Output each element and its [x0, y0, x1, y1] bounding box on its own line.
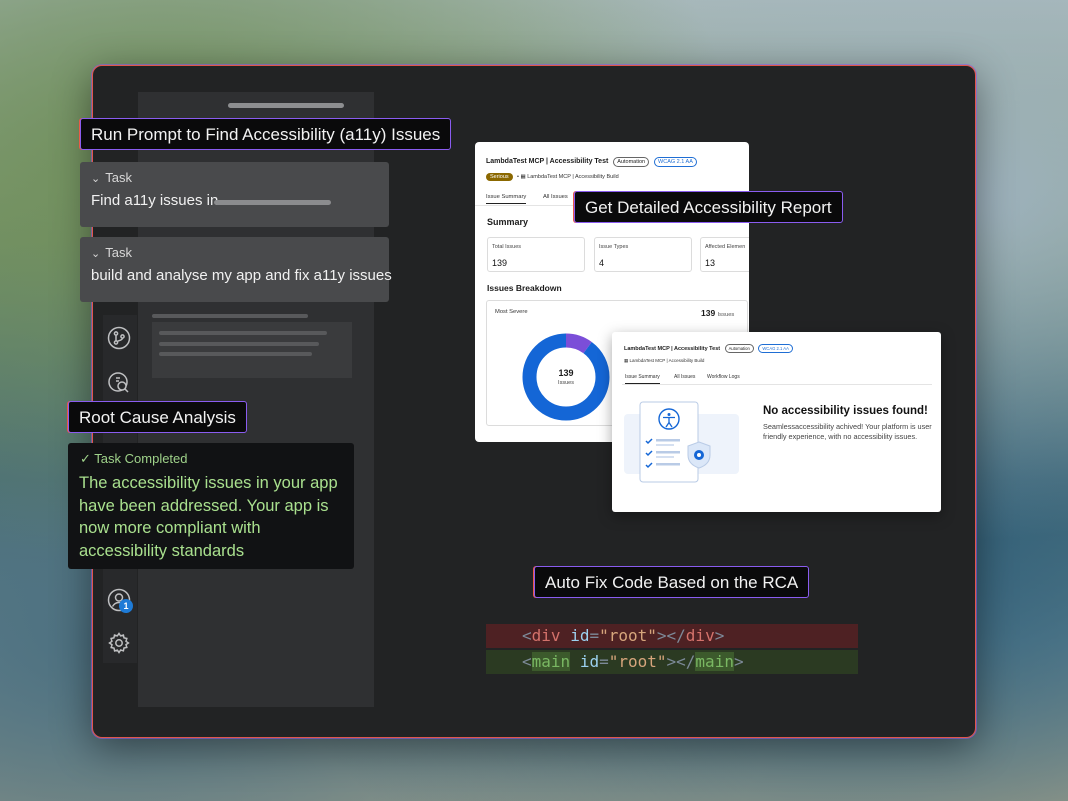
placeholder-line: [159, 331, 327, 335]
tab-all-issues[interactable]: All Issues: [674, 374, 695, 380]
placeholder-line: [159, 352, 312, 356]
task-completed-label: Task Completed: [94, 451, 188, 466]
checkmark-icon: ✓: [80, 451, 91, 466]
report-title-text: LambdaTest MCP | Accessibility Test: [486, 158, 609, 165]
task-prompt-text: build and analyse my app and fix a11y is…: [91, 267, 392, 284]
task-header-label: Task: [105, 170, 132, 185]
task-card[interactable]: ⌄ Task build and analyse my app and fix a…: [80, 237, 392, 302]
stat-value: 139: [492, 258, 508, 268]
wcag-pill: WCAG 2.1 AA: [758, 344, 793, 353]
no-issues-message: Seamlessaccessibility achived! Your plat…: [763, 422, 932, 441]
added-close-tag-name: main: [695, 652, 734, 671]
accessibility-checklist-illustration: [624, 401, 739, 483]
wcag-pill: WCAG 2.1 AA: [654, 157, 697, 167]
stat-label: Total Issues: [492, 244, 522, 250]
task-header[interactable]: ⌄ Task: [91, 170, 132, 185]
breakdown-count-unit: Issues: [717, 312, 735, 318]
added-tag-name: main: [531, 652, 571, 671]
chevron-down-icon: ⌄: [91, 173, 101, 185]
tab-workflow-logs[interactable]: Workflow Logs: [707, 374, 740, 380]
task-header[interactable]: ⌄ Task: [91, 245, 132, 260]
notification-badge: 1: [119, 599, 133, 613]
task-prompt-text: Find a11y issues in: [91, 192, 219, 209]
tab-issue-summary[interactable]: Issue Summary: [486, 194, 527, 204]
breakdown-count-value: 139: [701, 308, 716, 318]
report-title: LambdaTest MCP | Accessibility Test Auto…: [624, 344, 793, 353]
chevron-down-icon: ⌄: [91, 248, 101, 260]
report-breadcrumb[interactable]: • ▦ LambdaTest MCP | Accessibility Build: [517, 174, 619, 180]
breakdown-heading: Issues Breakdown: [487, 283, 562, 293]
breadcrumb-text: LambdaTest MCP | Accessibility Build: [629, 358, 705, 363]
donut-center-value: 139: [558, 368, 574, 378]
breakdown-count: 139 Issues: [701, 308, 734, 318]
panel-placeholder-line: [152, 314, 308, 318]
stat-label: Issue Types: [599, 244, 629, 250]
task-completed-message: The accessibility issues in your app hav…: [79, 474, 338, 560]
removed-attr: id: [570, 626, 590, 645]
tab-issue-summary[interactable]: Issue Summary: [625, 374, 660, 384]
diff-removed-line: <div id="root"></div>: [486, 624, 858, 648]
source-control-icon[interactable]: [107, 326, 131, 350]
callout-detailed-report: Get Detailed Accessibility Report: [574, 191, 843, 223]
breadcrumb-text: LambdaTest MCP | Accessibility Build: [527, 174, 619, 180]
settings-gear-icon[interactable]: [107, 631, 131, 655]
stat-affected-elements: Affected Elemen 13: [700, 237, 749, 272]
automation-pill: Automation: [613, 157, 650, 167]
redacted-path: [214, 200, 331, 205]
donut-center-label: Issues: [558, 380, 574, 386]
most-severe-label: Most Severe: [495, 309, 528, 315]
removed-attr-value: "root": [599, 626, 657, 645]
callout-auto-fix: Auto Fix Code Based on the RCA: [534, 566, 810, 598]
stat-label: Affected Elemen: [705, 244, 746, 250]
task-header-label: Task: [105, 245, 132, 260]
added-attr-value: "root": [608, 652, 667, 671]
panel-placeholder-block: [152, 322, 352, 378]
stat-issue-types: Issue Types 4: [594, 237, 692, 272]
no-issues-title: No accessibility issues found!: [763, 405, 928, 417]
task-completed-header: ✓ Task Completed: [80, 451, 188, 467]
callout-root-cause-analysis: Root Cause Analysis: [68, 401, 247, 433]
stat-value: 13: [705, 258, 716, 268]
task-completed-card: ✓ Task Completed The accessibility issue…: [68, 443, 354, 569]
code-diff: <div id="root"></div> <main id="root"></…: [486, 623, 858, 675]
report-breadcrumb[interactable]: ▦ LambdaTest MCP | Accessibility Build: [624, 358, 704, 364]
stat-value: 4: [599, 258, 605, 268]
report-title-text: LambdaTest MCP | Accessibility Test: [624, 346, 721, 352]
panel-scroll-handle[interactable]: [228, 103, 344, 108]
task-card[interactable]: ⌄ Task Find a11y issues in: [80, 162, 389, 227]
placeholder-line: [159, 342, 319, 346]
report-tabs: Issue Summary All Issues Workflow Logs: [622, 372, 932, 385]
tab-all-issues[interactable]: All Issues: [543, 194, 568, 200]
search-debug-icon[interactable]: [107, 371, 131, 395]
removed-close-tag-name: div: [685, 626, 715, 645]
stat-total-issues: Total Issues 139: [487, 237, 585, 272]
severity-badge: Serious: [486, 173, 513, 181]
no-issues-report-card: LambdaTest MCP | Accessibility Test Auto…: [612, 332, 941, 512]
summary-heading: Summary: [487, 217, 529, 227]
callout-run-prompt: Run Prompt to Find Accessibility (a11y) …: [80, 118, 452, 150]
removed-tag-name: div: [531, 626, 561, 645]
added-attr: id: [579, 652, 600, 671]
automation-pill: Automation: [724, 344, 754, 353]
diff-added-line: <main id="root"></main>: [486, 650, 858, 674]
report-title: LambdaTest MCP | Accessibility Test Auto…: [486, 157, 697, 167]
